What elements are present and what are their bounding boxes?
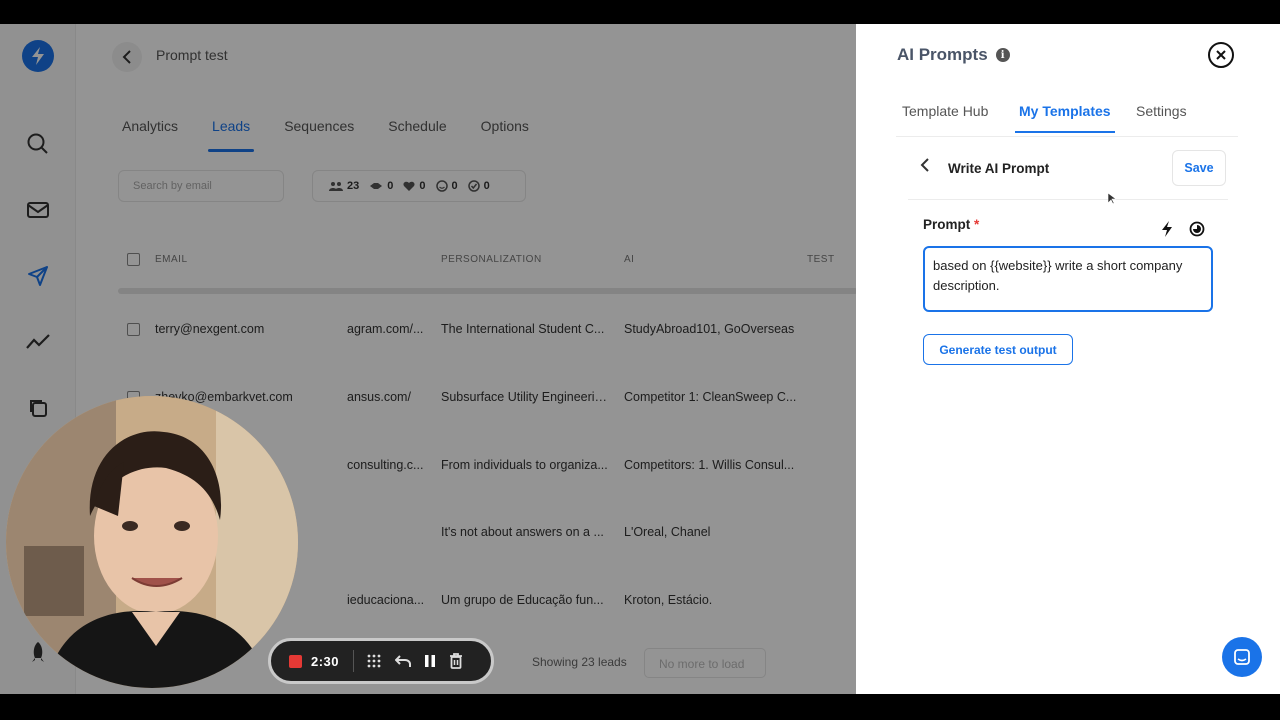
recorder-divider — [353, 650, 355, 672]
chat-support-button[interactable] — [1222, 637, 1262, 677]
webcam-presenter-image — [6, 396, 298, 688]
pause-icon[interactable] — [424, 654, 436, 668]
mouse-cursor-icon — [1107, 192, 1117, 210]
editor-title: Write AI Prompt — [948, 161, 1050, 176]
info-icon[interactable]: i — [995, 48, 1010, 62]
panel-tabs: Template Hub My Templates Settings — [896, 103, 1238, 137]
prompt-label-text: Prompt — [923, 217, 971, 232]
trash-icon[interactable] — [449, 653, 463, 669]
prompt-label: Prompt * — [923, 217, 979, 232]
ai-prompts-panel: AI Prompts i Template Hub My Templates S… — [856, 24, 1280, 694]
grid-icon[interactable] — [366, 653, 382, 669]
tab-template-hub[interactable]: Template Hub — [902, 103, 988, 132]
undo-icon[interactable] — [395, 654, 412, 668]
panel-title: AI Prompts i — [897, 45, 1010, 65]
close-icon — [1216, 50, 1226, 60]
screen-recorder-controls: 2:30 — [268, 638, 494, 684]
recording-timer: 2:30 — [311, 653, 340, 669]
refresh-circle-icon[interactable] — [1189, 221, 1205, 242]
stop-recording-button[interactable] — [289, 654, 302, 668]
webcam-overlay[interactable] — [6, 396, 298, 688]
bolt-icon[interactable] — [1160, 221, 1174, 242]
close-button[interactable] — [1208, 42, 1234, 68]
chevron-left-icon[interactable] — [920, 158, 930, 177]
chat-icon — [1234, 649, 1250, 665]
required-mark: * — [974, 217, 980, 232]
panel-title-text: AI Prompts — [897, 45, 988, 64]
prompt-editor-header: Write AI Prompt Save — [908, 142, 1228, 200]
save-button[interactable]: Save — [1172, 150, 1226, 186]
generate-test-output-button[interactable]: Generate test output — [923, 334, 1073, 365]
tab-settings[interactable]: Settings — [1136, 103, 1187, 132]
tab-my-templates[interactable]: My Templates — [1015, 103, 1115, 133]
prompt-textarea[interactable]: based on {{website}} write a short compa… — [923, 246, 1213, 312]
